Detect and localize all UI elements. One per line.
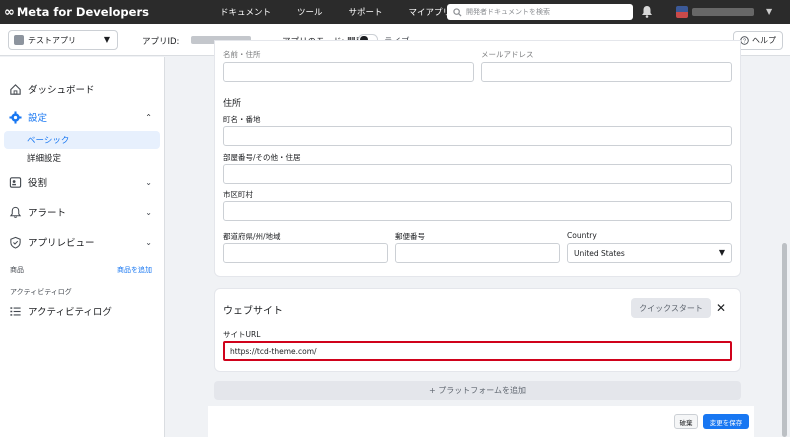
chevron-down-icon: ⌄ bbox=[145, 177, 152, 187]
chevron-down-icon: ⌄ bbox=[145, 207, 152, 217]
help-icon: ? bbox=[740, 36, 749, 45]
search-icon bbox=[453, 7, 462, 17]
country-label: Country bbox=[567, 231, 597, 240]
name-input[interactable] bbox=[223, 62, 474, 82]
svg-text:?: ? bbox=[743, 39, 746, 45]
chevron-down-icon: ⌄ bbox=[145, 237, 152, 247]
caret-down-icon: ▼ bbox=[718, 248, 725, 257]
state-label: 都道府県/州/地域 bbox=[223, 232, 281, 241]
field-label: メールアドレス bbox=[481, 50, 534, 59]
bell-icon bbox=[8, 205, 22, 219]
sidebar-item-alerts[interactable]: アラート ⌄ bbox=[8, 202, 158, 222]
sidebar-item-roles[interactable]: 役割 ⌄ bbox=[8, 172, 158, 192]
city-input[interactable] bbox=[223, 201, 732, 221]
close-icon[interactable]: ✕ bbox=[714, 299, 728, 317]
shield-icon bbox=[8, 235, 22, 249]
add-platform-label: + プラットフォームを追加 bbox=[428, 386, 526, 395]
products-heading: 商品 bbox=[10, 266, 24, 274]
chevron-down-icon: ▼ bbox=[103, 35, 110, 44]
street-label: 町名・番地 bbox=[223, 115, 261, 124]
top-navigation-bar: ∞ Meta for Developers ドキュメント ツール サポート マイ… bbox=[0, 0, 790, 24]
app-id-label: アプリID: bbox=[142, 37, 180, 47]
activity-log-heading: アクティビティログ bbox=[10, 288, 72, 296]
id-card-icon bbox=[8, 175, 22, 189]
discard-label: 破棄 bbox=[679, 418, 693, 427]
zip-input[interactable] bbox=[395, 243, 560, 263]
meta-infinity-icon: ∞ bbox=[4, 4, 15, 20]
username-redacted bbox=[692, 8, 754, 16]
add-product-link[interactable]: 商品を追加 bbox=[117, 265, 152, 275]
country-select[interactable]: United States ▼ bbox=[567, 243, 732, 263]
discard-button[interactable]: 破棄 bbox=[674, 414, 698, 429]
footer-bar bbox=[208, 406, 754, 437]
state-input[interactable] bbox=[223, 243, 388, 263]
add-platform-button[interactable]: + プラットフォームを追加 bbox=[214, 381, 741, 400]
gear-icon bbox=[8, 110, 22, 124]
sidebar-item-dashboard[interactable]: ダッシュボード bbox=[8, 79, 158, 99]
address-title: 住所 bbox=[223, 99, 242, 109]
nav-docs[interactable]: ドキュメント bbox=[220, 6, 271, 18]
sidebar-item-label: アクティビティログ bbox=[28, 307, 112, 318]
help-label: ヘルプ bbox=[752, 36, 776, 45]
sidebar-subitem-label: ベーシック bbox=[27, 136, 70, 146]
quickstart-button[interactable]: クイックスタート bbox=[631, 298, 711, 318]
app-icon bbox=[14, 35, 24, 45]
chevron-up-icon: ⌃ bbox=[145, 112, 152, 122]
search-placeholder: 開発者ドキュメントを検索 bbox=[466, 8, 550, 16]
sidebar-subitem-basic[interactable]: ベーシック bbox=[4, 131, 160, 149]
field-label: 名前・住所 bbox=[223, 50, 261, 59]
nav-tools[interactable]: ツール bbox=[297, 6, 323, 18]
sidebar-subitem-advanced[interactable]: 詳細設定 bbox=[4, 149, 160, 167]
street-input[interactable] bbox=[223, 126, 732, 146]
top-nav: ドキュメント ツール サポート マイアプリ bbox=[220, 0, 477, 24]
website-title: ウェブサイト bbox=[223, 306, 283, 317]
nav-support[interactable]: サポート bbox=[349, 6, 383, 18]
avatar[interactable] bbox=[676, 6, 688, 18]
city-label: 市区町村 bbox=[223, 190, 253, 199]
sidebar-item-label: アプリレビュー bbox=[28, 238, 95, 249]
bell-icon[interactable] bbox=[641, 5, 653, 18]
sidebar: ダッシュボード 設定 ⌃ ベーシック 詳細設定 役割 ⌄ アラート ⌄ アプリレ… bbox=[0, 57, 165, 437]
zip-label: 郵便番号 bbox=[395, 232, 425, 241]
country-value: United States bbox=[574, 249, 625, 258]
search-input[interactable]: 開発者ドキュメントを検索 bbox=[447, 4, 633, 20]
email-input[interactable] bbox=[481, 62, 732, 82]
save-button[interactable]: 変更を保存 bbox=[703, 414, 749, 429]
nav-my-apps[interactable]: マイアプリ bbox=[409, 6, 452, 18]
site-url-label: サイトURL bbox=[223, 330, 261, 339]
site-url-value: https://tcd-theme.com/ bbox=[230, 347, 317, 356]
sidebar-item-label: ダッシュボード bbox=[28, 85, 95, 96]
meta-logo[interactable]: ∞ Meta for Developers bbox=[4, 5, 149, 20]
sidebar-item-app-review[interactable]: アプリレビュー ⌄ bbox=[8, 232, 158, 252]
app-selector[interactable]: テストアプリ ▼ bbox=[8, 30, 118, 50]
chevron-down-icon[interactable]: ▼ bbox=[766, 7, 772, 16]
save-label: 変更を保存 bbox=[709, 418, 743, 427]
sidebar-item-label: アラート bbox=[28, 208, 67, 219]
quickstart-label: クイックスタート bbox=[639, 303, 703, 313]
sidebar-subitem-label: 詳細設定 bbox=[27, 154, 62, 164]
sidebar-item-settings[interactable]: 設定 ⌃ bbox=[8, 107, 158, 127]
apt-input[interactable] bbox=[223, 164, 732, 184]
site-url-input[interactable]: https://tcd-theme.com/ bbox=[223, 341, 732, 361]
sidebar-item-label: 設定 bbox=[28, 113, 48, 124]
brand-text: Meta for Developers bbox=[16, 5, 149, 19]
apt-label: 部屋番号/その他・住居 bbox=[223, 153, 301, 162]
home-icon bbox=[8, 82, 22, 96]
sidebar-item-label: 役割 bbox=[28, 178, 48, 189]
app-name: テストアプリ bbox=[28, 35, 76, 45]
list-icon bbox=[8, 304, 22, 318]
scrollbar[interactable] bbox=[782, 243, 787, 437]
sidebar-item-activity-log[interactable]: アクティビティログ bbox=[8, 301, 158, 321]
